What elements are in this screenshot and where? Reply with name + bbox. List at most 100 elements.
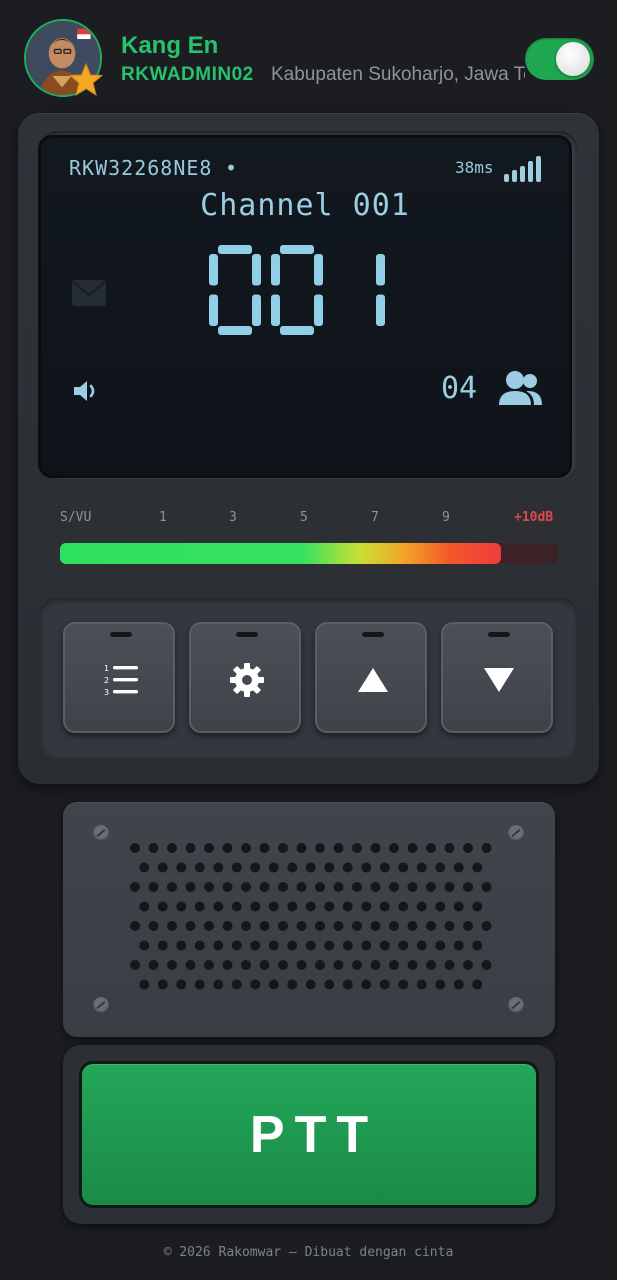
speaker-hole [148, 921, 159, 931]
speaker-hole [444, 960, 455, 970]
radio-body: RKW32268NE8 • 38ms Channel 001 001 04 [18, 113, 599, 784]
lcd-segment [271, 294, 280, 326]
lcd-segment [280, 245, 314, 254]
speaker-hole [315, 882, 325, 892]
vu-label: 7 [371, 510, 379, 525]
speaker-hole [305, 979, 316, 990]
speaker-hole [481, 960, 492, 970]
speaker-hole [463, 921, 473, 931]
speaker-hole [453, 940, 464, 951]
control-panel: 1 2 3 [39, 598, 578, 759]
vu-label: S/VU [60, 510, 92, 525]
speaker-hole [287, 901, 298, 912]
speaker-hole [185, 960, 196, 970]
speaker-hole [176, 862, 187, 873]
volume-icon[interactable] [71, 376, 101, 406]
speaker-hole [167, 921, 177, 931]
speaker-hole [250, 979, 261, 990]
lcd-segment [376, 294, 385, 326]
triangle-down-icon [484, 668, 514, 692]
speaker-hole [222, 960, 233, 970]
online-toggle[interactable] [525, 38, 594, 80]
lcd-segment [252, 254, 261, 286]
speaker-hole [213, 979, 224, 990]
speaker-hole [453, 901, 464, 912]
toggle-knob [556, 42, 590, 76]
lcd-segment [376, 254, 385, 286]
speaker-hole [194, 901, 205, 912]
speaker-hole [352, 843, 362, 853]
speaker-hole [259, 843, 270, 853]
speaker-hole [342, 901, 353, 912]
channel-number-display: 001 [209, 245, 385, 335]
speaker-hole [315, 921, 325, 931]
speaker-hole [185, 843, 196, 853]
speaker-hole [389, 960, 399, 970]
speaker-hole [139, 979, 150, 990]
speaker-hole [241, 960, 251, 970]
vu-label: 5 [300, 510, 308, 525]
button-led [488, 632, 510, 637]
speaker-hole [278, 921, 288, 931]
speaker-hole [241, 921, 251, 931]
speaker-hole [407, 921, 418, 931]
speaker-hole [231, 940, 242, 951]
speaker-hole [305, 862, 316, 873]
vu-label: 1 [159, 510, 167, 525]
speaker-hole [305, 940, 316, 951]
screw-icon [508, 825, 524, 841]
settings-button[interactable] [189, 622, 301, 733]
speaker-hole [231, 862, 242, 873]
speaker-hole [194, 979, 205, 990]
ptt-frame: PTT [63, 1045, 555, 1224]
speaker-hole [315, 843, 325, 853]
button-led [110, 632, 132, 637]
gear-icon [230, 663, 264, 697]
speaker-hole [287, 940, 298, 951]
footer-text: © 2026 Rakomwar — Dibuat dengan cinta [163, 1245, 454, 1260]
speaker-hole [231, 901, 242, 912]
speaker-hole [296, 921, 307, 931]
speaker-hole [389, 921, 399, 931]
speaker-hole [472, 901, 483, 912]
speaker-hole [379, 979, 390, 990]
speaker-hole [453, 862, 464, 873]
speaker-hole [370, 921, 381, 931]
speaker-hole [361, 940, 372, 951]
speaker-hole [342, 979, 353, 990]
users-icon[interactable] [496, 369, 544, 409]
speaker-hole [324, 940, 335, 951]
channel-down-button[interactable] [441, 622, 553, 733]
speaker-holes [130, 843, 492, 990]
speaker-hole [204, 921, 214, 931]
speaker-hole [268, 940, 279, 951]
channel-up-button[interactable] [315, 622, 427, 733]
speaker-hole [426, 921, 436, 931]
lcd-segment [209, 294, 218, 326]
vu-meter-track [60, 543, 558, 564]
channel-list-button[interactable]: 1 2 3 [63, 622, 175, 733]
speaker-hole [176, 940, 187, 951]
lcd-segment [314, 294, 323, 326]
speaker-hole [453, 979, 464, 990]
speaker-hole [148, 882, 159, 892]
lcd-segment [218, 326, 252, 335]
speaker-hole [472, 940, 483, 951]
speaker-hole [444, 882, 455, 892]
speaker-hole [324, 862, 335, 873]
speaker-hole [278, 960, 288, 970]
speaker-hole [167, 960, 177, 970]
speaker-hole [204, 882, 214, 892]
screw-icon [508, 997, 524, 1013]
svg-text:2: 2 [104, 676, 109, 685]
speaker-hole [268, 862, 279, 873]
speaker-hole [204, 960, 214, 970]
ptt-button[interactable]: PTT [79, 1061, 539, 1208]
speaker-hole [250, 862, 261, 873]
speaker-hole [324, 901, 335, 912]
lcd-segment [314, 254, 323, 286]
screw-icon [93, 997, 109, 1013]
speaker-hole [361, 979, 372, 990]
vu-scale: S/VU 1 3 5 7 9 +10dB [60, 510, 560, 528]
device-id: RKW32268NE8 [69, 156, 213, 180]
